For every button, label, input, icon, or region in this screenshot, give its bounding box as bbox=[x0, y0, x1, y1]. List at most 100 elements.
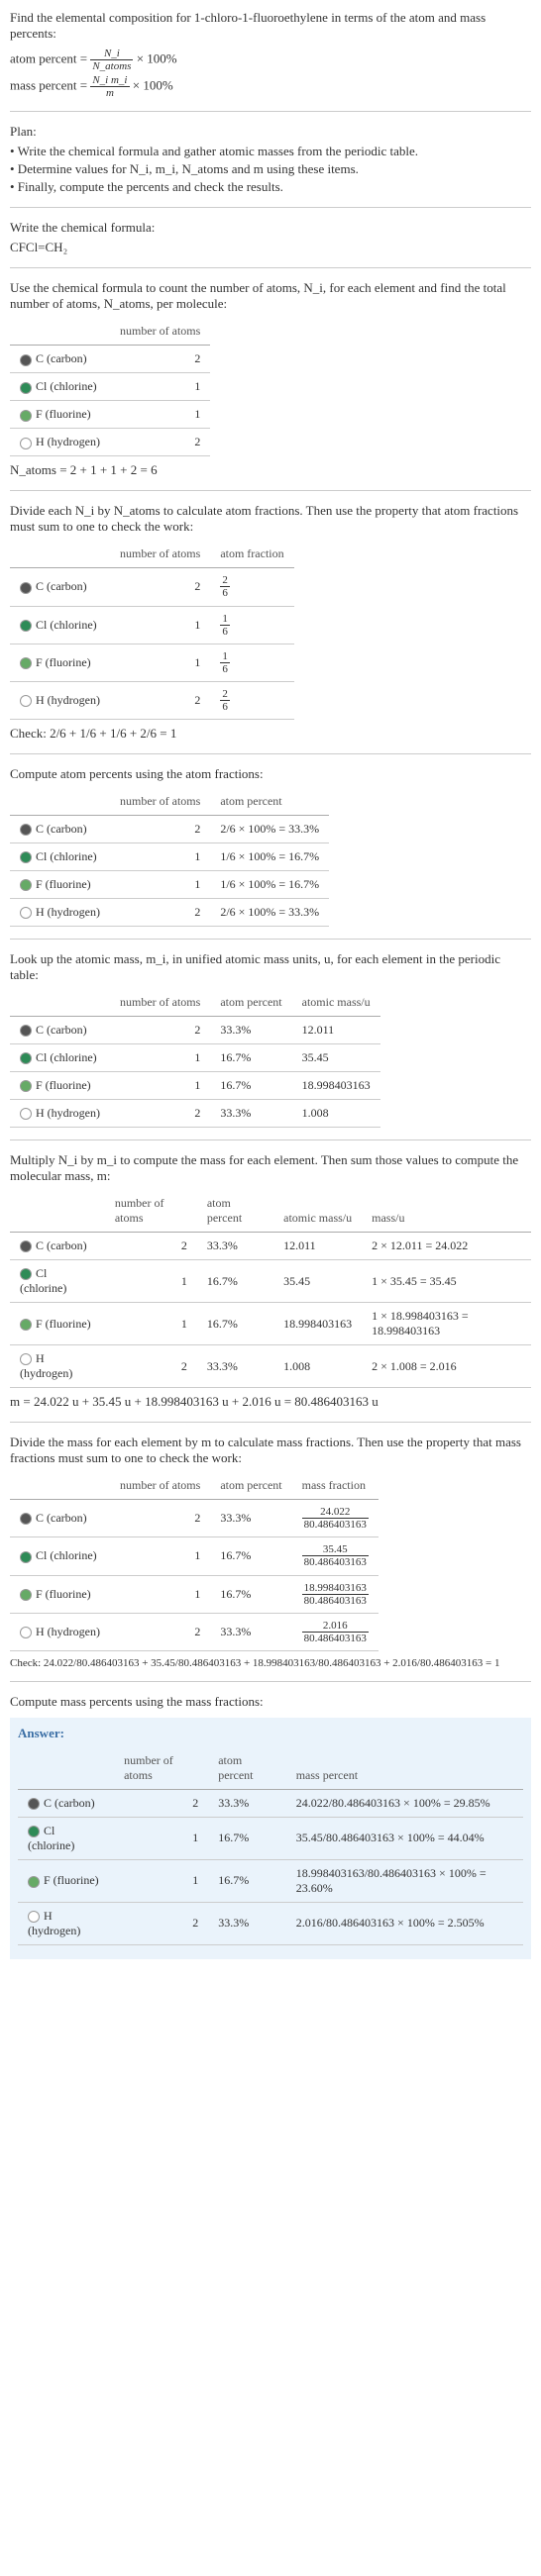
element-name: C (carbon) bbox=[36, 1023, 87, 1037]
col-element bbox=[10, 318, 110, 346]
table-row: C (carbon) 2 33.3% 24.022/80.486403163 ×… bbox=[18, 1789, 523, 1817]
answer-table: number of atoms atom percent mass percen… bbox=[18, 1747, 523, 1945]
col-element bbox=[10, 1472, 110, 1500]
circle-icon bbox=[20, 1319, 32, 1331]
atom-count: 1 bbox=[105, 1260, 197, 1303]
atom-percent: 1/6 × 100% = 16.7% bbox=[210, 871, 329, 899]
atom-count: 1 bbox=[110, 401, 210, 429]
atomic-mass-table: number of atoms atom percent atomic mass… bbox=[10, 989, 380, 1128]
table-row: C (carbon) 2 33.3% 12.011 bbox=[10, 1017, 380, 1044]
mass-percent: 2.016/80.486403163 × 100% = 2.505% bbox=[286, 1902, 523, 1944]
atom-count: 1 bbox=[110, 1072, 210, 1100]
atom-count: 2 bbox=[110, 816, 210, 843]
element-name: F (fluorine) bbox=[36, 655, 91, 669]
atom-count: 1 bbox=[110, 1537, 210, 1575]
atom-count: 2 bbox=[114, 1902, 208, 1944]
atomic-mass: 1.008 bbox=[273, 1345, 362, 1388]
circle-icon bbox=[20, 695, 32, 707]
mass-fraction-table: number of atoms atom percent mass fracti… bbox=[10, 1472, 379, 1651]
plan-item: • Finally, compute the percents and chec… bbox=[10, 179, 531, 195]
table-row: C (carbon) 2 33.3% 12.011 2 × 12.011 = 2… bbox=[10, 1233, 531, 1260]
check-mass-fractions: Check: 24.022/80.486403163 + 35.45/80.48… bbox=[10, 1657, 531, 1669]
atom-percent: 33.3% bbox=[210, 1100, 291, 1128]
circle-icon bbox=[20, 438, 32, 449]
circle-icon bbox=[28, 1911, 40, 1923]
atom-percent: 2/6 × 100% = 33.3% bbox=[210, 816, 329, 843]
write-formula-label: Write the chemical formula: bbox=[10, 220, 531, 236]
count-atoms-text: Use the chemical formula to count the nu… bbox=[10, 280, 531, 312]
table-row: Cl (chlorine) 1 16.7% 35.45 1 × 35.45 = … bbox=[10, 1260, 531, 1303]
element-name: C (carbon) bbox=[36, 351, 87, 365]
divider bbox=[10, 1139, 531, 1140]
atom-percent-table: number of atoms atom percent C (carbon) … bbox=[10, 788, 329, 927]
frac-num: 1 bbox=[220, 650, 230, 663]
atom-count: 2 bbox=[110, 1100, 210, 1128]
col-atomfraction: atom fraction bbox=[210, 541, 293, 568]
mass-calc: 2 × 12.011 = 24.022 bbox=[362, 1233, 531, 1260]
atomic-mass: 35.45 bbox=[273, 1260, 362, 1303]
circle-icon bbox=[20, 851, 32, 863]
divider bbox=[10, 490, 531, 491]
lookup-mass-text: Look up the atomic mass, m_i, in unified… bbox=[10, 951, 531, 983]
atom-percent: 33.3% bbox=[210, 1500, 291, 1537]
element-name: Cl (chlorine) bbox=[36, 1548, 97, 1562]
circle-icon bbox=[20, 907, 32, 919]
circle-icon bbox=[20, 1108, 32, 1120]
element-name: Cl (chlorine) bbox=[36, 849, 97, 863]
mass-table: number of atoms atom percent atomic mass… bbox=[10, 1190, 531, 1388]
table-row: C (carbon) 2 33.3% 24.02280.486403163 bbox=[10, 1500, 379, 1537]
mass-percent: 35.45/80.486403163 × 100% = 44.04% bbox=[286, 1817, 523, 1859]
atom-percent: 16.7% bbox=[210, 1537, 291, 1575]
divider bbox=[10, 267, 531, 268]
col-element bbox=[10, 1190, 105, 1233]
element-name: F (fluorine) bbox=[36, 1317, 91, 1331]
atom-percent: 33.3% bbox=[208, 1902, 286, 1944]
atom-percent: 33.3% bbox=[210, 1613, 291, 1650]
col-atompercent: atom percent bbox=[197, 1190, 273, 1233]
col-atompercent: atom percent bbox=[210, 989, 291, 1017]
circle-icon bbox=[28, 1826, 40, 1837]
col-atomicmass: atomic mass/u bbox=[292, 989, 380, 1017]
answer-label: Answer: bbox=[18, 1726, 523, 1741]
element-name: F (fluorine) bbox=[44, 1873, 99, 1887]
circle-icon bbox=[28, 1798, 40, 1810]
circle-icon bbox=[20, 1551, 32, 1563]
table-row: H (hydrogen) 2 bbox=[10, 429, 210, 456]
element-name: F (fluorine) bbox=[36, 407, 91, 421]
table-row: F (fluorine) 1 bbox=[10, 401, 210, 429]
mass-percent-label: mass percent = bbox=[10, 78, 90, 93]
table-row: H (hydrogen) 2 26 bbox=[10, 681, 294, 719]
element-name: Cl (chlorine) bbox=[36, 618, 97, 632]
atom-percent-formula: atom percent = N_i N_atoms × 100% bbox=[10, 48, 531, 72]
divide-mass-text: Divide the mass for each element by m to… bbox=[10, 1435, 531, 1466]
divider bbox=[10, 1681, 531, 1682]
table-row: H (hydrogen) 2 33.3% 1.008 bbox=[10, 1100, 380, 1128]
frac-num: N_i m_i bbox=[90, 74, 129, 87]
frac-num: 35.45 bbox=[302, 1543, 369, 1556]
divide-fraction-text: Divide each N_i by N_atoms to calculate … bbox=[10, 503, 531, 535]
atom-count: 2 bbox=[110, 681, 210, 719]
col-atomicmass: atomic mass/u bbox=[273, 1190, 362, 1233]
circle-icon bbox=[20, 620, 32, 632]
atomic-mass: 12.011 bbox=[273, 1233, 362, 1260]
atom-percent: 33.3% bbox=[197, 1233, 273, 1260]
col-natoms: number of atoms bbox=[110, 318, 210, 346]
atom-count: 1 bbox=[110, 871, 210, 899]
atom-count: 2 bbox=[105, 1233, 197, 1260]
atomic-mass: 1.008 bbox=[292, 1100, 380, 1128]
col-element bbox=[10, 989, 110, 1017]
table-row: Cl (chlorine) 1 16.7% 35.45/80.486403163… bbox=[18, 1817, 523, 1859]
col-masspercent: mass percent bbox=[286, 1747, 523, 1790]
fraction-icon: 16 bbox=[220, 613, 230, 638]
atom-count: 2 bbox=[110, 1500, 210, 1537]
circle-icon bbox=[20, 657, 32, 669]
atom-percent-tail: × 100% bbox=[137, 51, 177, 66]
fraction-icon: 24.02280.486403163 bbox=[302, 1506, 369, 1531]
col-natoms: number of atoms bbox=[110, 788, 210, 816]
circle-icon bbox=[20, 1240, 32, 1252]
atom-percent: 16.7% bbox=[210, 1072, 291, 1100]
atom-percent: 16.7% bbox=[208, 1859, 286, 1902]
atom-count-table: number of atoms C (carbon) 2 Cl (chlorin… bbox=[10, 318, 210, 456]
col-mass: mass/u bbox=[362, 1190, 531, 1233]
atom-count: 2 bbox=[110, 429, 210, 456]
